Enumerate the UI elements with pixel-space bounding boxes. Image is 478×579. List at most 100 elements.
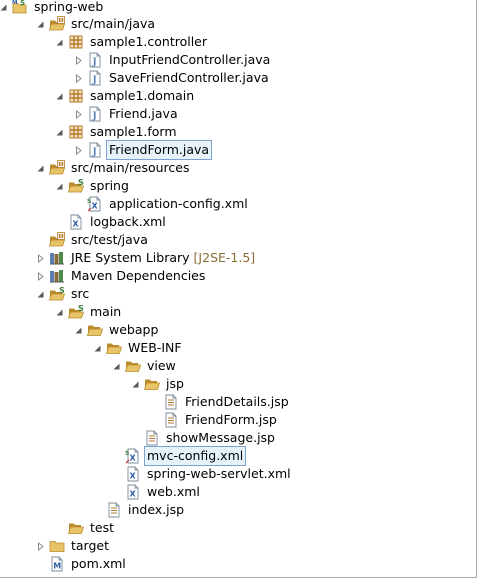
svg-text:X: X [130, 490, 137, 499]
svg-text:S: S [78, 178, 84, 187]
tree-node-label: pom.xml [71, 556, 126, 571]
tree-node-showmessage-jsp[interactable]: showMessage.jsp [130, 429, 277, 447]
tree-node-label: view [147, 358, 176, 373]
expanded-twisty-icon[interactable] [35, 159, 46, 177]
library-name: JRE System Library [71, 250, 190, 265]
package-icon [68, 34, 84, 50]
tree-node-src-test-java[interactable]: src/test/java [35, 231, 150, 249]
tree-node-friendform-jsp[interactable]: FriendForm.jsp [149, 411, 279, 429]
tree-node-friend-java[interactable]: J Friend.java [73, 105, 180, 123]
tree-node-view[interactable]: view [111, 357, 178, 375]
tree-node-web-xml[interactable]: Xweb.xml [111, 483, 202, 501]
tree-node-label: sample1.form [90, 124, 177, 139]
collapsed-twisty-icon[interactable] [73, 141, 84, 159]
package-icon [68, 124, 84, 140]
svg-text:S: S [87, 198, 91, 205]
collapsed-twisty-icon[interactable] [73, 69, 84, 87]
maven-pom-icon: M [49, 556, 65, 572]
spring-folder-icon: S [68, 178, 84, 194]
expanded-twisty-icon[interactable] [130, 375, 141, 393]
tree-node-mvc-config[interactable]: X Smvc-config.xml [111, 446, 247, 466]
folder-open-icon [144, 376, 160, 392]
tree-node-test[interactable]: test [54, 519, 116, 537]
expanded-twisty-icon[interactable] [54, 33, 65, 51]
tree-node-label: showMessage.jsp [166, 430, 275, 445]
tree-node-web-inf[interactable]: WEB-INF [92, 339, 184, 357]
tree-node-label: FriendForm.java [105, 140, 213, 160]
tree-node-label: web.xml [147, 484, 200, 499]
java-file-icon: J [87, 52, 103, 68]
tree-node-inputfriendcontroller[interactable]: J InputFriendController.java [73, 51, 272, 69]
expanded-twisty-icon[interactable] [0, 0, 9, 16]
svg-text:J: J [92, 58, 97, 68]
expanded-twisty-icon[interactable] [54, 303, 65, 321]
expanded-twisty-icon[interactable] [111, 357, 122, 375]
expanded-twisty-icon[interactable] [35, 285, 46, 303]
expanded-twisty-icon[interactable] [35, 15, 46, 33]
tree-node-spring[interactable]: Sspring [54, 177, 131, 195]
tree-node-label: jsp [166, 376, 184, 391]
tree-node-src-main-java[interactable]: src/main/java [35, 15, 157, 33]
package-icon [68, 88, 84, 104]
tree-node-index-jsp[interactable]: index.jsp [92, 501, 186, 519]
tree-node-jsp[interactable]: jsp [130, 375, 186, 393]
tree-node-label: src/test/java [71, 232, 148, 247]
svg-text:X: X [73, 220, 80, 229]
spring-xml-icon: X S [87, 196, 103, 212]
tree-node-jre-system-library[interactable]: JRE System Library [J2SE-1.5] [35, 249, 257, 267]
tree-node-label: test [90, 520, 115, 535]
tree-node-application-config[interactable]: X Sapplication-config.xml [73, 195, 250, 213]
spring-folder-icon: S [49, 286, 65, 302]
folder-open-icon [106, 340, 122, 356]
collapsed-twisty-icon[interactable] [73, 105, 84, 123]
expanded-twisty-icon[interactable] [92, 339, 103, 357]
jsp-file-icon [163, 412, 179, 428]
jsp-file-icon [106, 502, 122, 518]
tree-node-label: src [71, 286, 90, 301]
tree-node-label: InputFriendController.java [109, 52, 271, 67]
tree-node-logback-xml[interactable]: Xlogback.xml [54, 213, 168, 231]
collapsed-twisty-icon[interactable] [73, 51, 84, 69]
svg-text:X: X [130, 472, 137, 481]
tree-node-main[interactable]: Smain [54, 303, 123, 321]
svg-text:M: M [12, 0, 17, 6]
tree-node-maven-dependencies[interactable]: Maven Dependencies [35, 267, 207, 285]
tree-node-label: src/main/java [71, 16, 156, 31]
collapsed-twisty-icon[interactable] [35, 267, 46, 285]
collapsed-twisty-icon[interactable] [35, 537, 46, 555]
tree-node-spring-web-servlet[interactable]: Xspring-web-servlet.xml [111, 465, 293, 483]
tree-node-label: spring [90, 178, 129, 193]
tree-node-friendform-java[interactable]: J FriendForm.java [73, 140, 213, 160]
tree-node-src[interactable]: Ssrc [35, 285, 91, 303]
tree-node-src-main-resources[interactable]: src/main/resources [35, 159, 191, 177]
tree-node-target[interactable]: target [35, 537, 111, 555]
tree-node-frienddetails-jsp[interactable]: FriendDetails.jsp [149, 393, 291, 411]
tree-node-savefriendcontroller[interactable]: J SaveFriendController.java [73, 69, 271, 87]
svg-text:S: S [125, 450, 129, 457]
folder-open-icon [87, 322, 103, 338]
expanded-twisty-icon[interactable] [54, 123, 65, 141]
tree-node-pom-xml[interactable]: Mpom.xml [35, 555, 128, 573]
expanded-twisty-icon[interactable] [54, 87, 65, 105]
project-icon: M S [12, 0, 28, 15]
collapsed-twisty-icon[interactable] [35, 249, 46, 267]
tree-node-label: WEB-INF [128, 340, 182, 355]
tree-node-spring-web[interactable]: M Sspring-web [0, 0, 105, 16]
svg-text:S: S [78, 304, 84, 313]
library-icon [49, 268, 65, 284]
expanded-twisty-icon[interactable] [54, 177, 65, 195]
tree-node-webapp[interactable]: webapp [73, 321, 160, 339]
expanded-twisty-icon[interactable] [73, 321, 84, 339]
library-icon [49, 250, 65, 266]
tree-node-sample1-form[interactable]: sample1.form [54, 123, 179, 141]
tree-node-sample1-controller[interactable]: sample1.controller [54, 33, 209, 51]
tree-node-sample1-domain[interactable]: sample1.domain [54, 87, 196, 105]
java-file-icon: J [87, 70, 103, 86]
